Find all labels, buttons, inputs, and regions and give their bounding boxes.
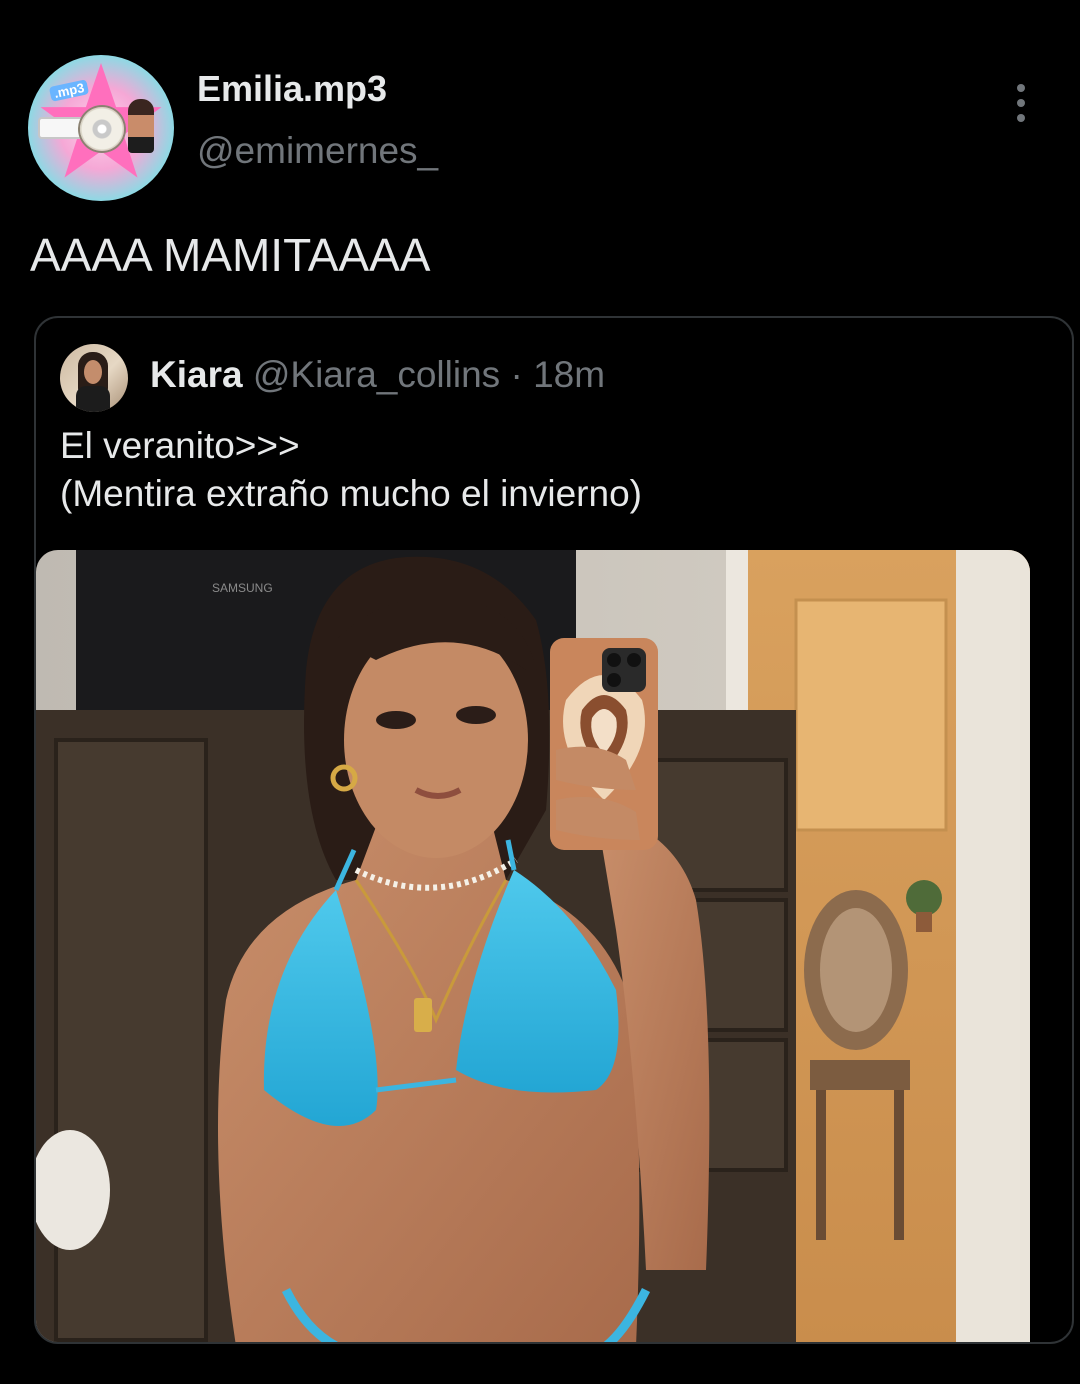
more-vertical-icon[interactable]	[1004, 82, 1038, 124]
quoted-author-handle[interactable]: @Kiara_collins	[253, 354, 500, 395]
usb-icon	[38, 117, 84, 139]
quoted-tweet-meta: Kiara @Kiara_collins · 18m	[150, 354, 605, 396]
quoted-tweet-card[interactable]: Kiara @Kiara_collins · 18m El veranito>>…	[34, 316, 1074, 1344]
avatar-body	[76, 386, 110, 412]
quoted-author-avatar[interactable]	[60, 344, 128, 412]
author-avatar[interactable]: .mp3	[28, 55, 174, 201]
more-dot	[1017, 84, 1025, 92]
quoted-tweet-text: El veranito>>> (Mentira extraño mucho el…	[60, 425, 642, 514]
quoted-author-display-name[interactable]: Kiara	[150, 354, 243, 395]
tweet-text: AAAA MAMITAAAA	[30, 229, 431, 281]
more-dot	[1017, 114, 1025, 122]
avatar-face	[84, 360, 102, 384]
tweet: .mp3 Emilia.mp3 @emimernes_ AAAA MAMITAA…	[0, 0, 1080, 1384]
meta-separator: ·	[510, 354, 523, 395]
mirror-selfie-photo: SAMSUNG	[36, 550, 1030, 1342]
more-dot	[1017, 99, 1025, 107]
author-display-name[interactable]: Emilia.mp3	[197, 68, 387, 110]
tv-brand-label: SAMSUNG	[212, 581, 273, 595]
cd-icon	[80, 107, 124, 151]
quoted-tweet-time[interactable]: 18m	[533, 354, 605, 395]
author-handle[interactable]: @emimernes_	[197, 130, 438, 172]
avatar-figure	[128, 99, 154, 153]
mp3-sticker: .mp3	[48, 79, 90, 102]
quoted-tweet-photo[interactable]: SAMSUNG	[36, 550, 1030, 1342]
